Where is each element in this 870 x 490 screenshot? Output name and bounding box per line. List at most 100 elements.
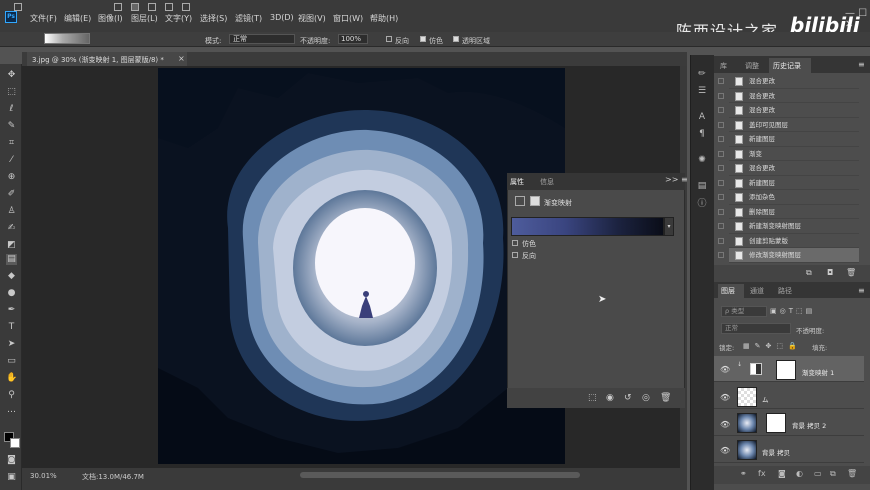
gradient-tool-icon[interactable]: ▤ <box>6 254 17 265</box>
reverse-checkbox[interactable] <box>386 36 392 42</box>
menu-select[interactable]: 选择(S) <box>200 13 227 24</box>
visibility-eye-icon[interactable]: 👁 <box>720 393 730 402</box>
screen-mode-icon[interactable]: ▣ <box>6 472 17 483</box>
properties-menu-icon[interactable]: >> ≡ <box>665 175 688 184</box>
dither-checkbox[interactable] <box>420 36 426 42</box>
lasso-tool-icon[interactable]: ℓ <box>6 104 17 115</box>
tool-preset-icon[interactable] <box>14 3 22 11</box>
tab-layers[interactable]: 图层 <box>718 284 744 298</box>
history-item[interactable]: 混合更改 <box>729 89 859 103</box>
visibility-eye-icon[interactable]: 👁 <box>720 365 730 374</box>
history-item[interactable]: 创建剪贴蒙版 <box>729 234 859 248</box>
history-item[interactable]: 新建图层 <box>729 176 859 190</box>
brush-preset-icon[interactable]: ✏ <box>696 68 708 80</box>
history-source-checkbox[interactable] <box>718 150 724 157</box>
clip-to-layer-icon[interactable]: ⬚ <box>588 393 597 403</box>
hand-tool-icon[interactable]: ✋ <box>6 373 17 384</box>
transparency-checkbox[interactable] <box>453 36 459 42</box>
history-source-checkbox[interactable] <box>718 121 724 128</box>
move-tool-icon[interactable]: ✥ <box>6 70 17 81</box>
reset-icon[interactable]: ↺ <box>624 393 632 403</box>
canvas-horizontal-scrollbar[interactable] <box>300 472 580 478</box>
reflected-gradient-icon[interactable] <box>165 3 173 11</box>
shape-tool-icon[interactable]: ▭ <box>6 356 17 367</box>
camera-icon[interactable]: ◘ <box>827 268 833 277</box>
tab-channels[interactable]: 通道 <box>750 286 764 296</box>
history-item[interactable]: 新建渐变映射图层 <box>729 219 859 234</box>
eyedropper-tool-icon[interactable]: ⁄ <box>6 155 17 166</box>
add-mask-icon[interactable]: ◙ <box>778 469 786 478</box>
delete-history-icon[interactable]: 🗑 <box>846 268 856 277</box>
document-tab[interactable]: 3.jpg @ 30% (渐变映射 1, 图层蒙版/8) * <box>27 52 187 66</box>
crop-tool-icon[interactable]: ⌗ <box>6 138 17 149</box>
history-source-checkbox[interactable] <box>718 223 724 229</box>
history-item[interactable]: 渐变 <box>729 147 859 161</box>
radial-gradient-icon[interactable] <box>131 3 139 11</box>
history-item[interactable]: 新建图层 <box>729 132 859 147</box>
mode-select[interactable]: 正常 <box>229 34 295 44</box>
settings-icon[interactable]: ✺ <box>696 154 708 166</box>
history-brush-tool-icon[interactable]: ✍ <box>6 223 17 234</box>
healing-tool-icon[interactable]: ⊕ <box>6 172 17 183</box>
menu-window[interactable]: 窗口(W) <box>333 13 363 24</box>
gradient-map-bar[interactable] <box>511 217 664 236</box>
gradient-swatch[interactable] <box>44 33 90 44</box>
menu-help[interactable]: 帮助(H) <box>370 13 398 24</box>
history-item[interactable]: 盖印可见图层 <box>729 118 859 132</box>
history-source-checkbox[interactable] <box>718 107 724 113</box>
menu-filter[interactable]: 滤镜(T) <box>235 13 262 24</box>
history-item[interactable]: 混合更改 <box>729 161 859 176</box>
angle-gradient-icon[interactable] <box>148 3 156 11</box>
visibility-eye-icon[interactable]: 👁 <box>720 420 730 429</box>
layer-mask-thumbnail[interactable] <box>776 360 796 380</box>
history-item[interactable]: 混合更改 <box>729 103 859 118</box>
tab-info[interactable]: 信息 <box>540 177 554 187</box>
layer-thumbnail[interactable] <box>737 440 757 460</box>
opacity-input[interactable]: 100% <box>338 34 368 44</box>
layers-menu-icon[interactable]: ≡ <box>858 286 865 295</box>
new-document-icon[interactable]: ⧉ <box>806 268 812 278</box>
history-item[interactable]: 修改渐变映射图层 <box>729 248 859 263</box>
mask-icon[interactable] <box>530 196 540 206</box>
tab-library[interactable]: 库 <box>720 61 727 71</box>
delete-icon[interactable]: 🗑 <box>660 393 671 403</box>
eraser-tool-icon[interactable]: ◩ <box>6 240 17 251</box>
background-color-swatch[interactable] <box>10 438 20 448</box>
history-source-checkbox[interactable] <box>718 165 724 171</box>
history-item[interactable]: 添加杂色 <box>729 190 859 205</box>
tab-properties[interactable]: 属性 <box>510 177 524 187</box>
info-icon[interactable]: ⓘ <box>696 198 708 210</box>
more-tools-icon[interactable]: … <box>6 405 17 416</box>
layer-mask-thumbnail[interactable] <box>766 413 786 433</box>
history-source-checkbox[interactable] <box>718 92 724 99</box>
history-source-checkbox[interactable] <box>718 208 724 215</box>
tab-close-icon[interactable]: × <box>178 54 185 63</box>
tab-paths[interactable]: 路径 <box>778 286 792 296</box>
history-menu-icon[interactable]: ≡ <box>858 60 865 69</box>
menu-image[interactable]: 图像(I) <box>98 13 123 24</box>
quick-select-tool-icon[interactable]: ✎ <box>6 121 17 132</box>
adjustments-icon[interactable]: ☰ <box>696 85 708 97</box>
history-source-checkbox[interactable] <box>718 252 724 258</box>
pen-tool-icon[interactable]: ✒ <box>6 305 17 316</box>
linear-gradient-icon[interactable] <box>114 3 122 11</box>
properties-icon[interactable]: ▤ <box>696 180 708 192</box>
lock-icons[interactable]: ▦✎✥⬚🔒 <box>743 342 802 350</box>
character-icon[interactable]: A <box>696 111 708 123</box>
menu-layer[interactable]: 图层(L) <box>131 13 158 24</box>
menu-file[interactable]: 文件(F) <box>30 13 57 24</box>
menu-type[interactable]: 文字(Y) <box>165 13 192 24</box>
adjustment-layer-icon[interactable]: ◐ <box>796 469 803 478</box>
marquee-tool-icon[interactable]: ⬚ <box>6 87 17 98</box>
new-layer-icon[interactable]: ⧉ <box>830 469 836 479</box>
menu-edit[interactable]: 编辑(E) <box>64 13 91 24</box>
type-tool-icon[interactable]: T <box>6 322 17 333</box>
reverse-checkbox[interactable] <box>512 252 518 258</box>
delete-layer-icon[interactable]: 🗑 <box>847 469 857 478</box>
blur-tool-icon[interactable]: ◆ <box>6 271 17 282</box>
adjustment-icon[interactable] <box>515 196 525 206</box>
brush-tool-icon[interactable]: ✐ <box>6 189 17 200</box>
gradient-dropdown-icon[interactable]: ▾ <box>664 217 674 236</box>
layer-thumbnail[interactable] <box>737 387 757 407</box>
blend-mode-select[interactable]: 正常 <box>721 323 791 334</box>
